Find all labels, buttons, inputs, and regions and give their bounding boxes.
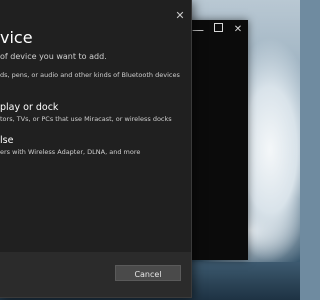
dialog-title: vice [0,28,33,47]
option-title: play or dock [0,102,59,113]
option-title: lse [0,135,14,146]
background-window[interactable]: — ✕ [186,20,248,260]
maximize-button[interactable] [208,20,228,40]
option-bluetooth[interactable]: ds, pens, or audio and other kinds of Bl… [0,70,186,80]
maximize-icon [213,23,223,32]
option-description: ds, pens, or audio and other kinds of Bl… [0,71,180,79]
cancel-button[interactable]: Cancel [115,265,181,281]
dialog-subtitle: of device you want to add. [0,52,107,61]
option-everything-else[interactable]: lse ers with Wireless Adapter, DLNA, and… [0,135,186,157]
close-icon[interactable]: ✕ [228,20,248,40]
close-icon[interactable]: ✕ [172,8,188,24]
option-description: tors, TVs, or PCs that use Miracast, or … [0,115,172,123]
add-device-dialog: ✕ vice of device you want to add. ds, pe… [0,0,192,298]
option-description: ers with Wireless Adapter, DLNA, and mor… [0,148,141,156]
background-window-titlebar[interactable]: — ✕ [186,20,248,40]
option-wireless-display-or-dock[interactable]: play or dock tors, TVs, or PCs that use … [0,102,186,124]
dialog-footer: Cancel [0,252,191,297]
